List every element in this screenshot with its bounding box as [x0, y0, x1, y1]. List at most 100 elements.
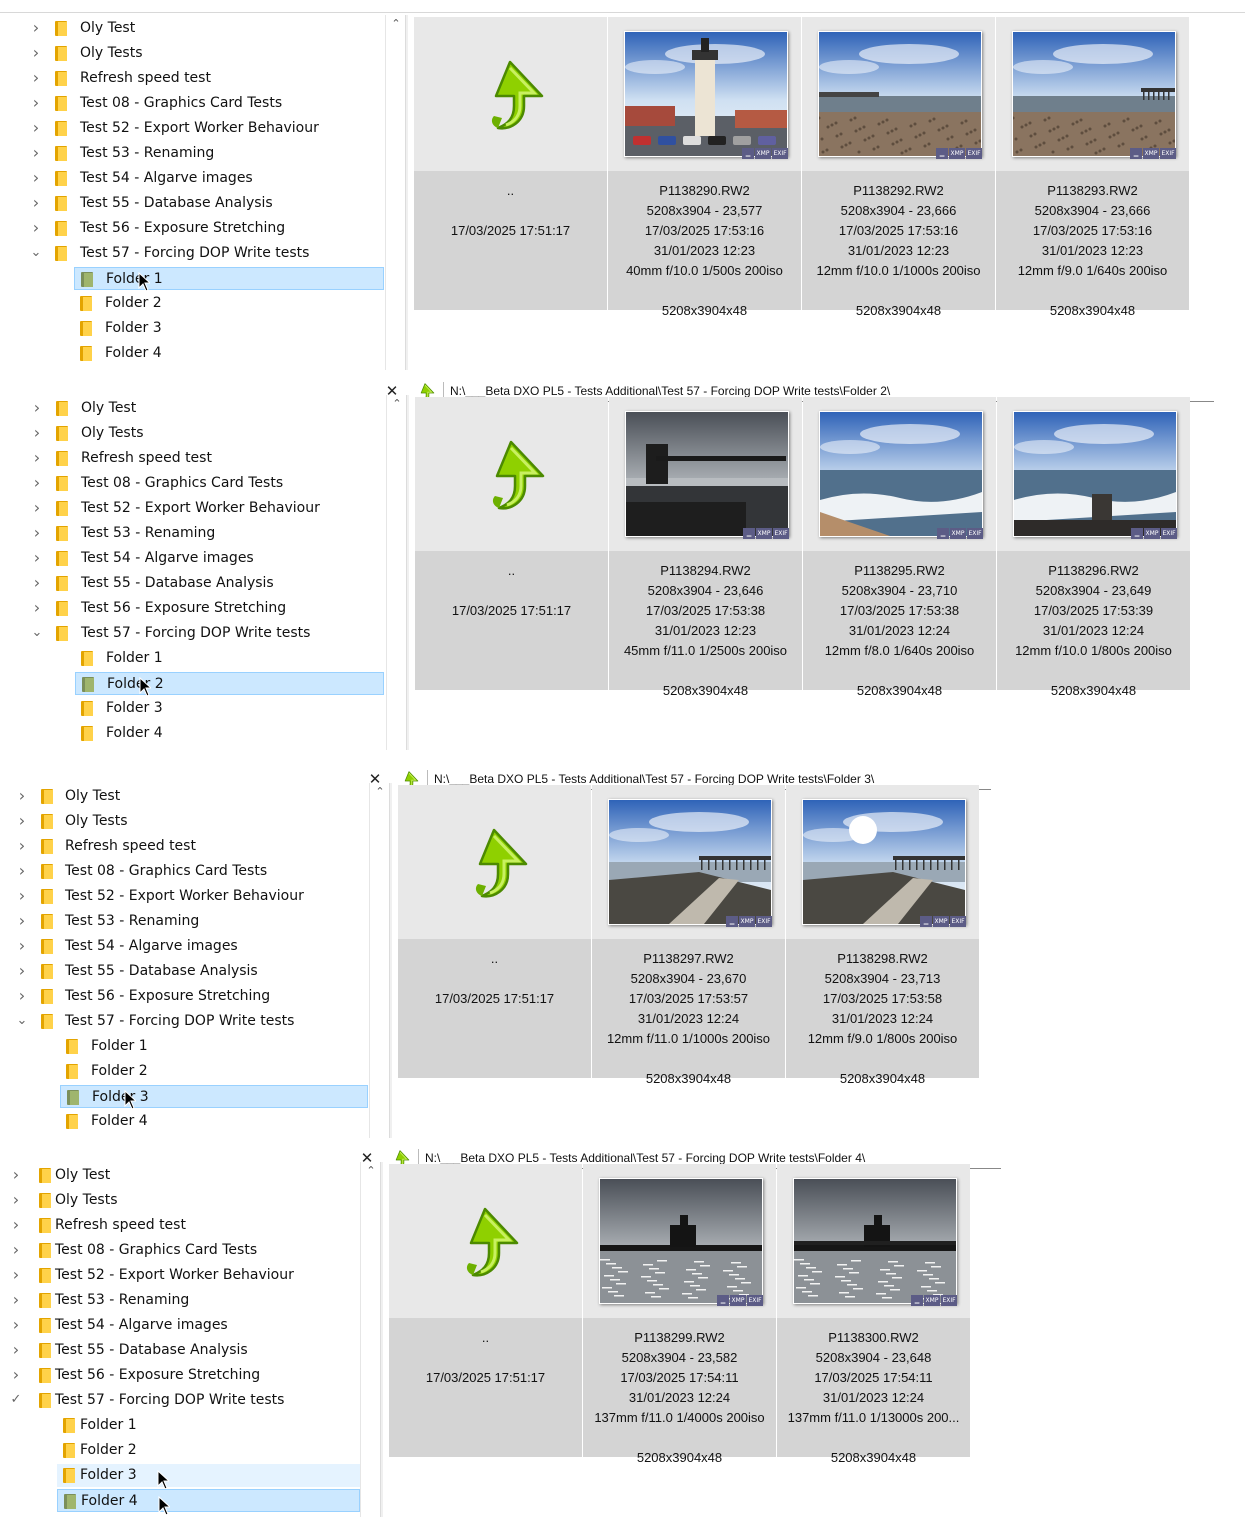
chevron-right-icon[interactable]: › [31, 400, 43, 416]
tree-scrollbar[interactable]: ⌃ [385, 15, 406, 370]
tree-item[interactable]: › Test 53 - Renaming [0, 142, 384, 165]
tree-item[interactable]: › Test 55 - Database Analysis [2, 960, 368, 983]
chevron-right-icon[interactable]: › [10, 1192, 22, 1208]
tree-item[interactable]: › Test 52 - Export Worker Behaviour [0, 117, 384, 140]
chevron-right-icon[interactable]: › [16, 963, 28, 979]
tree-item[interactable]: › Test 56 - Exposure Stretching [10, 1364, 360, 1387]
chevron-right-icon[interactable]: › [16, 838, 28, 854]
scroll-up-icon[interactable]: ⌃ [370, 783, 390, 801]
chevron-right-icon[interactable]: › [10, 1267, 22, 1283]
chevron-right-icon[interactable]: › [10, 1317, 22, 1333]
chevron-right-icon[interactable]: › [30, 20, 42, 36]
tree-item[interactable]: › Test 54 - Algarve images [2, 935, 368, 958]
tree-item[interactable]: › Test 08 - Graphics Card Tests [0, 92, 384, 115]
tree-item[interactable]: › Test 56 - Exposure Stretching [2, 985, 368, 1008]
tree-item[interactable]: › Test 53 - Renaming [2, 910, 368, 933]
tree-item[interactable]: › Test 54 - Algarve images [0, 547, 384, 570]
chevron-right-icon[interactable]: › [31, 475, 43, 491]
chevron-right-icon[interactable]: › [30, 70, 42, 86]
chevron-right-icon[interactable]: › [10, 1217, 22, 1233]
chevron-right-icon[interactable]: › [31, 575, 43, 591]
tree-item[interactable]: › Test 55 - Database Analysis [0, 572, 384, 595]
parent-folder-cell[interactable]: .. 17/03/2025 17:51:17 [415, 397, 608, 690]
tree-subitem[interactable]: Folder 1 [57, 1414, 360, 1437]
scroll-up-icon[interactable]: ⌃ [386, 15, 406, 33]
chevron-right-icon[interactable]: › [30, 45, 42, 61]
tree-subitem[interactable]: Folder 1 [75, 647, 384, 670]
tree-subitem[interactable]: Folder 4 [75, 722, 384, 745]
chevron-right-icon[interactable]: › [30, 120, 42, 136]
chevron-right-icon[interactable]: › [30, 170, 42, 186]
chevron-right-icon[interactable]: › [31, 550, 43, 566]
tree-item[interactable]: › Test 53 - Renaming [10, 1289, 360, 1312]
tree-scrollbar[interactable]: ⌃ [360, 1162, 381, 1517]
thumbnail-cell[interactable]: ▁ XMP EXIF P1138297.RW2 5208x3904 - 23,670 17… [592, 785, 785, 1086]
parent-folder-cell[interactable]: .. 17/03/2025 17:51:17 [398, 785, 591, 1078]
tree-item[interactable]: ⌄ Test 57 - Forcing DOP Write tests [2, 1010, 368, 1033]
tree-subitem[interactable]: Folder 2 [74, 292, 384, 315]
tree-item[interactable]: › Oly Test [2, 785, 368, 808]
chevron-right-icon[interactable]: › [16, 788, 28, 804]
tree-subitem[interactable]: Folder 4 [57, 1489, 360, 1516]
pane-splitter[interactable] [405, 15, 408, 370]
thumbnail-cell[interactable]: ▁ XMP EXIF P1138299.RW2 5208x3904 - 23,582 17… [583, 1164, 776, 1465]
chevron-right-icon[interactable]: › [10, 1242, 22, 1258]
tree-subitem[interactable]: Folder 2 [75, 672, 384, 697]
pane-splitter[interactable] [406, 395, 409, 750]
chevron-right-icon[interactable]: › [16, 913, 28, 929]
chevron-right-icon[interactable]: › [16, 813, 28, 829]
tree-item[interactable]: › Test 08 - Graphics Card Tests [0, 472, 384, 495]
chevron-down-icon[interactable]: ⌄ [30, 245, 42, 261]
tree-item[interactable]: › Refresh speed test [0, 447, 384, 470]
tree-item[interactable]: › Test 56 - Exposure Stretching [0, 217, 384, 240]
chevron-down-icon[interactable]: ⌄ [16, 1013, 28, 1029]
tree-item[interactable]: › Test 52 - Export Worker Behaviour [0, 497, 384, 520]
thumbnail-cell[interactable]: ▁ XMP EXIF P1138294.RW2 5208x3904 - 23,646 17… [609, 397, 802, 698]
chevron-right-icon[interactable]: › [16, 888, 28, 904]
chevron-right-icon[interactable]: › [10, 1167, 22, 1183]
thumbnail-cell[interactable]: ▁ XMP EXIF P1138290.RW2 5208x3904 - 23,577 17… [608, 17, 801, 318]
tree-item[interactable]: › Test 55 - Database Analysis [10, 1339, 360, 1362]
chevron-down-icon[interactable]: ⌄ [31, 625, 43, 641]
tree-item[interactable]: › Oly Test [0, 17, 384, 40]
thumbnail-cell[interactable]: ▁ XMP EXIF P1138292.RW2 5208x3904 - 23,666 17… [802, 17, 995, 318]
chevron-right-icon[interactable]: › [31, 450, 43, 466]
tree-item[interactable]: › Test 08 - Graphics Card Tests [2, 860, 368, 883]
tree-item[interactable]: › Refresh speed test [10, 1214, 360, 1237]
tree-item[interactable]: › Test 54 - Algarve images [0, 167, 384, 190]
tree-item[interactable]: › Oly Test [10, 1164, 360, 1187]
thumbnail-cell[interactable]: ▁ XMP EXIF P1138300.RW2 5208x3904 - 23,648 17… [777, 1164, 970, 1465]
tree-item[interactable]: › Test 08 - Graphics Card Tests [10, 1239, 360, 1262]
tree-subitem[interactable]: Folder 3 [75, 697, 384, 720]
thumbnail-cell[interactable]: ▁ XMP EXIF P1138298.RW2 5208x3904 - 23,713 17… [786, 785, 979, 1086]
scroll-up-icon[interactable]: ⌃ [361, 1162, 381, 1180]
tree-subitem[interactable]: Folder 4 [74, 342, 384, 365]
tree-item[interactable]: ✓ Test 57 - Forcing DOP Write tests [10, 1389, 360, 1412]
chevron-right-icon[interactable]: › [10, 1342, 22, 1358]
chevron-right-icon[interactable]: › [30, 220, 42, 236]
tree-item[interactable]: › Oly Tests [10, 1189, 360, 1212]
chevron-right-icon[interactable]: › [10, 1292, 22, 1308]
tree-item[interactable]: › Oly Tests [0, 422, 384, 445]
tree-item[interactable]: ⌄ Test 57 - Forcing DOP Write tests [0, 242, 384, 265]
chevron-right-icon[interactable]: › [30, 145, 42, 161]
pane-splitter[interactable] [389, 783, 392, 1138]
thumbnail-cell[interactable]: ▁ XMP EXIF P1138296.RW2 5208x3904 - 23,649 17… [997, 397, 1190, 698]
chevron-right-icon[interactable]: › [31, 525, 43, 541]
tree-item[interactable]: › Test 55 - Database Analysis [0, 192, 384, 215]
thumbnail-cell[interactable]: ▁ XMP EXIF P1138293.RW2 5208x3904 - 23,666 17… [996, 17, 1189, 318]
chevron-down-icon[interactable]: ✓ [10, 1392, 22, 1408]
tree-item[interactable]: › Test 53 - Renaming [0, 522, 384, 545]
chevron-right-icon[interactable]: › [10, 1367, 22, 1383]
parent-folder-cell[interactable]: .. 17/03/2025 17:51:17 [414, 17, 607, 310]
tree-scrollbar[interactable]: ⌃ [386, 395, 407, 750]
tree-item[interactable]: ⌄ Test 57 - Forcing DOP Write tests [0, 622, 384, 645]
chevron-right-icon[interactable]: › [31, 425, 43, 441]
tree-item[interactable]: › Test 52 - Export Worker Behaviour [2, 885, 368, 908]
tree-item[interactable]: › Refresh speed test [0, 67, 384, 90]
chevron-right-icon[interactable]: › [31, 500, 43, 516]
tree-subitem[interactable]: Folder 3 [60, 1085, 368, 1110]
tree-subitem[interactable]: Folder 1 [74, 267, 384, 292]
tree-subitem[interactable]: Folder 2 [57, 1439, 360, 1462]
tree-item[interactable]: › Test 56 - Exposure Stretching [0, 597, 384, 620]
